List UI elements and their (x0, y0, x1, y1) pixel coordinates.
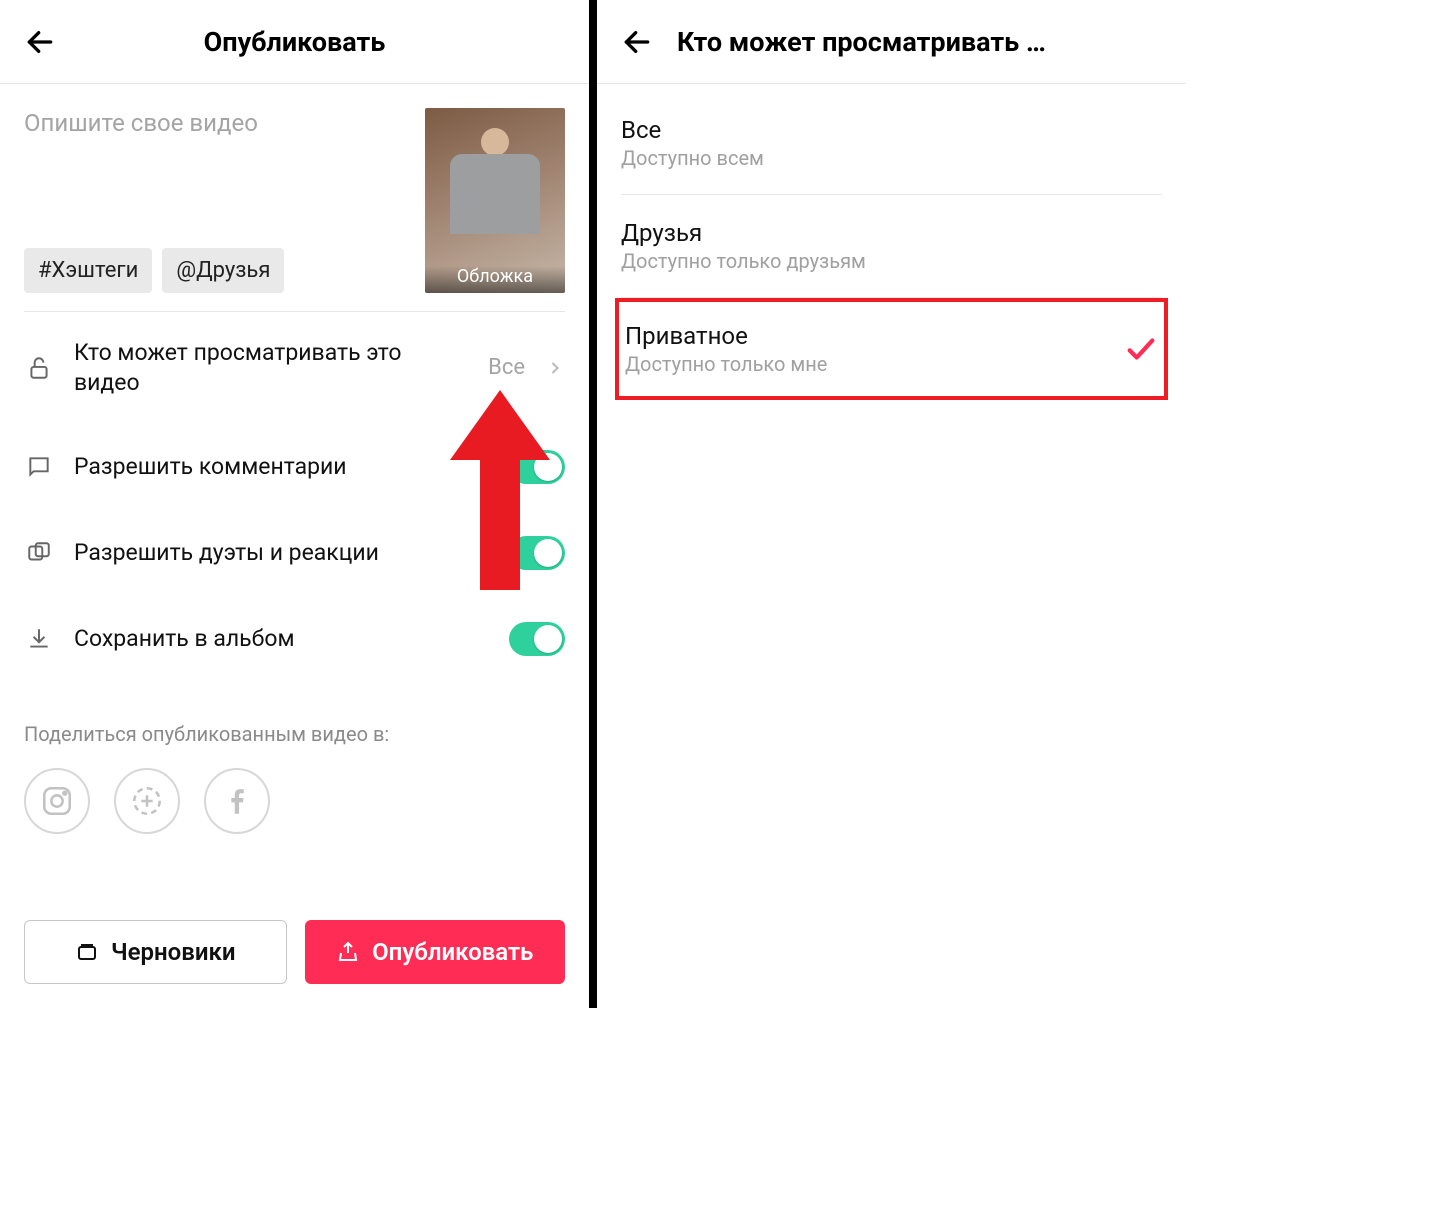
instagram-icon (40, 784, 74, 818)
visibility-row[interactable]: Кто может просматривать это видео Все (24, 312, 565, 424)
visibility-screen: Кто может просматривать … Все Доступно в… (593, 0, 1186, 1008)
share-stories[interactable] (114, 768, 180, 834)
save-toggle[interactable] (509, 622, 565, 656)
download-icon (26, 626, 52, 652)
publish-button[interactable]: Опубликовать (305, 920, 566, 984)
arrow-left-icon (24, 26, 56, 58)
option-title: Приватное (625, 322, 1124, 350)
save-row: Сохранить в альбом (24, 596, 565, 682)
cover-label: Обложка (425, 266, 565, 293)
facebook-icon (220, 784, 254, 818)
visibility-option-everyone[interactable]: Все Доступно всем (621, 92, 1162, 195)
publish-label: Опубликовать (372, 938, 533, 966)
visibility-option-private[interactable]: Приватное Доступно только мне (615, 298, 1168, 400)
topbar: Опубликовать (0, 0, 589, 84)
visibility-label: Кто может просматривать это видео (74, 338, 468, 398)
comments-toggle[interactable] (509, 450, 565, 484)
visibility-value: Все (488, 355, 525, 380)
comment-icon (26, 454, 52, 480)
publish-icon (336, 940, 360, 964)
publish-screen: Опубликовать Опишите свое видео #Хэштеги… (0, 0, 593, 1008)
video-thumbnail[interactable]: Обложка (425, 108, 565, 293)
option-sub: Доступно только друзьям (621, 249, 1162, 273)
drafts-button[interactable]: Черновики (24, 920, 287, 984)
duets-row: Разрешить дуэты и реакции (24, 510, 565, 596)
topbar: Кто может просматривать … (597, 0, 1186, 84)
duet-icon (26, 540, 52, 566)
chevron-right-icon (545, 358, 565, 378)
check-icon (1124, 332, 1158, 366)
duets-label: Разрешить дуэты и реакции (74, 538, 489, 568)
comments-row: Разрешить комментарии (24, 424, 565, 510)
page-title: Кто может просматривать … (677, 26, 1166, 58)
publish-content: Опишите свое видео #Хэштеги @Друзья Обло… (0, 84, 589, 1008)
unlock-icon (26, 355, 52, 381)
back-button[interactable] (20, 22, 60, 62)
visibility-options: Все Доступно всем Друзья Доступно только… (597, 84, 1186, 408)
save-label: Сохранить в альбом (74, 624, 489, 654)
page-title: Опубликовать (0, 26, 589, 58)
stories-icon (130, 784, 164, 818)
duets-toggle[interactable] (509, 536, 565, 570)
drafts-label: Черновики (111, 938, 236, 966)
hashtags-chip[interactable]: #Хэштеги (24, 248, 152, 293)
back-button[interactable] (617, 22, 657, 62)
caption-area[interactable]: Опишите свое видео #Хэштеги @Друзья (24, 108, 407, 293)
option-title: Все (621, 116, 1162, 144)
share-label: Поделиться опубликованным видео в: (24, 722, 565, 746)
caption-placeholder: Опишите свое видео (24, 108, 407, 139)
thumbnail-person (443, 128, 547, 263)
chip-row: #Хэштеги @Друзья (24, 248, 407, 293)
arrow-left-icon (621, 26, 653, 58)
option-title: Друзья (621, 219, 1162, 247)
friends-chip[interactable]: @Друзья (162, 248, 284, 293)
share-facebook[interactable] (204, 768, 270, 834)
share-row (24, 768, 565, 834)
option-sub: Доступно всем (621, 146, 1162, 170)
option-sub: Доступно только мне (625, 352, 1124, 376)
visibility-option-friends[interactable]: Друзья Доступно только друзьям (621, 195, 1162, 298)
comments-label: Разрешить комментарии (74, 452, 489, 482)
share-instagram[interactable] (24, 768, 90, 834)
drafts-icon (75, 940, 99, 964)
